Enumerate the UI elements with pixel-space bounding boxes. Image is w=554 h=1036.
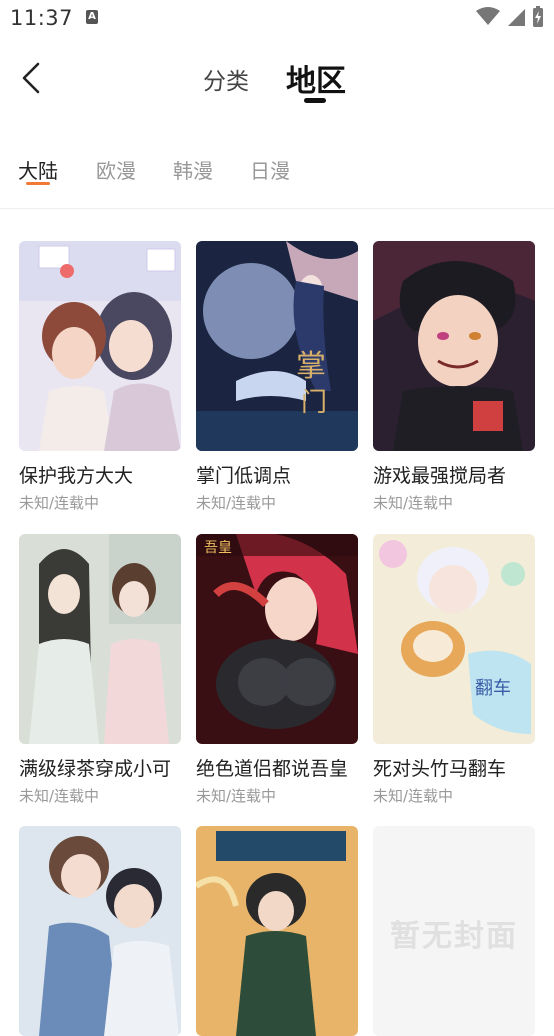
comic-card[interactable]: 保护我方大大 未知/连载中 [19,241,181,513]
comic-cover-placeholder[interactable]: 暂无封面 [373,826,535,1036]
comic-status: 未知/连载中 [196,494,277,512]
comic-cover[interactable]: 吾皇 [196,534,358,744]
svg-text:门: 门 [301,388,327,418]
comic-title: 掌门低调点 [196,465,292,487]
divider [0,208,554,209]
active-tab-indicator [304,98,326,103]
comic-status: 未知/连载中 [19,787,100,805]
comic-title: 保护我方大大 [19,465,134,487]
comic-card[interactable]: 满级绿茶穿成小可 未知/连载中 [19,534,181,806]
comic-card[interactable]: 游戏最强搅局者 未知/连载中 [373,241,535,513]
active-subtab-indicator [26,182,50,185]
back-button[interactable] [18,60,48,96]
comic-card[interactable]: 翻车 死对头竹马翻车 未知/连载中 [373,534,535,806]
comic-cover[interactable]: 翻车 [373,534,535,744]
comic-title: 满级绿茶穿成小可 [19,758,172,780]
no-cover-text: 暂无封面 [390,919,518,954]
svg-text:吾皇: 吾皇 [204,540,232,556]
subtab-korea[interactable]: 韩漫 [173,155,213,184]
signal-icon [508,9,525,26]
tab-region[interactable]: 地区 [286,56,346,100]
comic-status: 未知/连载中 [373,787,454,805]
chevron-left-icon [22,62,40,94]
comic-status: 未知/连载中 [196,787,277,805]
comic-status: 未知/连载中 [19,494,100,512]
comic-cover[interactable] [19,826,181,1036]
comic-cover[interactable] [19,534,181,744]
subtab-japan[interactable]: 日漫 [250,155,290,184]
comic-title: 死对头竹马翻车 [373,758,507,780]
svg-text:翻车: 翻车 [475,678,511,699]
comic-title: 游戏最强搅局者 [373,465,507,487]
status-icons [476,6,544,28]
comic-cover[interactable] [373,241,535,451]
comic-status: 未知/连载中 [373,494,454,512]
status-bar: 11:37 A [0,0,554,38]
comic-cover[interactable]: 掌 门 [196,241,358,451]
battery-icon [533,6,543,27]
comic-title: 绝色道侣都说吾皇 [196,758,349,780]
wifi-icon [476,7,500,25]
comic-cover[interactable] [196,826,358,1036]
comic-card[interactable]: 吾皇 绝色道侣都说吾皇 未知/连载中 [196,534,358,806]
notification-icon: A [86,10,98,24]
subtab-mainland[interactable]: 大陆 [18,155,58,184]
comic-card[interactable] [19,826,181,1036]
comic-card[interactable]: 暂无封面 [373,826,535,1036]
svg-text:掌: 掌 [296,349,326,384]
tab-category[interactable]: 分类 [203,62,249,96]
status-time: 11:37 [10,6,74,30]
comic-card[interactable]: 掌 门 掌门低调点 未知/连载中 [196,241,358,513]
comic-card[interactable] [196,826,358,1036]
subtab-europe[interactable]: 欧漫 [96,155,136,184]
comic-cover[interactable] [19,241,181,451]
